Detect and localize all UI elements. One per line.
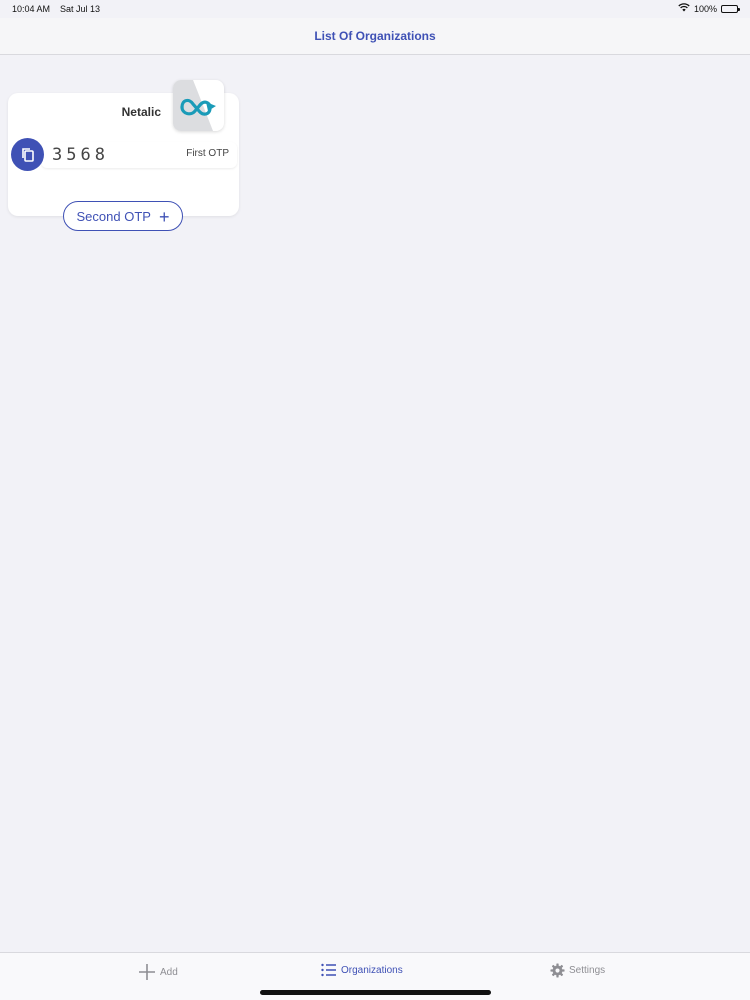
gear-icon bbox=[550, 963, 565, 978]
navigation-bar: List Of Organizations bbox=[0, 18, 750, 55]
home-indicator[interactable] bbox=[260, 990, 491, 995]
infinity-logo-icon bbox=[173, 80, 216, 131]
copy-icon bbox=[21, 148, 34, 162]
first-otp-code: 3568 bbox=[52, 145, 109, 165]
tab-settings[interactable]: Settings bbox=[550, 963, 605, 978]
organization-logo bbox=[173, 80, 224, 131]
status-date: Sat Jul 13 bbox=[60, 4, 101, 14]
page-title: List Of Organizations bbox=[314, 29, 436, 43]
first-otp-field: 3568 First OTP bbox=[41, 142, 237, 168]
first-otp-label: First OTP bbox=[186, 148, 229, 159]
organization-name: Netalic bbox=[121, 105, 161, 119]
tab-organizations[interactable]: Organizations bbox=[321, 963, 403, 977]
plus-icon bbox=[139, 964, 155, 980]
tab-organizations-label: Organizations bbox=[341, 964, 403, 976]
first-otp-row: 3568 First OTP bbox=[11, 138, 237, 171]
add-second-otp-button[interactable]: Second OTP + bbox=[63, 201, 183, 231]
tab-add-label: Add bbox=[160, 966, 178, 978]
tab-settings-label: Settings bbox=[569, 965, 606, 976]
status-indicators: 100% bbox=[678, 3, 740, 14]
tab-add[interactable]: Add bbox=[138, 963, 178, 981]
battery-icon bbox=[721, 4, 740, 13]
status-bar: 10:04 AM Sat Jul 13 100% bbox=[0, 0, 750, 18]
organization-card[interactable]: Netalic 3568 First OTP Second OTP + bbox=[8, 80, 239, 231]
battery-percent: 100% bbox=[693, 3, 717, 14]
plus-icon: + bbox=[158, 206, 170, 227]
wifi-icon bbox=[678, 3, 690, 14]
organizations-screen: 10:04 AM Sat Jul 13 100% List Of Organiz… bbox=[0, 0, 750, 1000]
second-otp-label: Second OTP bbox=[76, 208, 151, 224]
status-time: 10:04 AM bbox=[12, 4, 51, 14]
copy-otp-button[interactable] bbox=[11, 138, 44, 171]
list-icon bbox=[321, 963, 336, 977]
